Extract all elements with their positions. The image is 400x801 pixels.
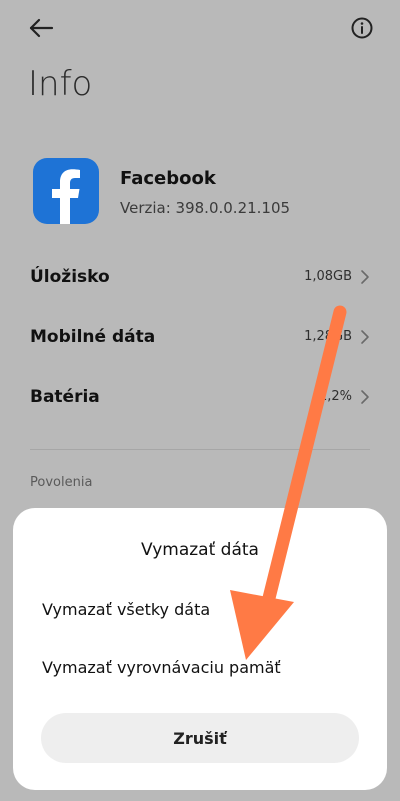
clear-data-dialog: Vymazať dáta Vymazať všetky dáta Vymazať… xyxy=(13,508,387,790)
info-icon[interactable] xyxy=(350,16,374,40)
battery-row[interactable]: Batéria 1,2% xyxy=(0,367,400,427)
battery-label: Batéria xyxy=(30,387,100,407)
clear-all-data-option[interactable]: Vymazať všetky dáta xyxy=(42,600,210,619)
mobile-data-value: 1,28GB xyxy=(304,329,352,344)
chevron-right-icon xyxy=(361,330,369,344)
app-name: Facebook xyxy=(120,168,216,189)
chevron-right-icon xyxy=(361,270,369,284)
mobile-data-label: Mobilné dáta xyxy=(30,327,156,347)
permissions-section-label: Povolenia xyxy=(30,475,93,490)
chevron-right-icon xyxy=(361,390,369,404)
storage-label: Úložisko xyxy=(30,267,110,287)
cancel-button[interactable]: Zrušiť xyxy=(41,713,359,763)
app-version: Verzia: 398.0.0.21.105 xyxy=(120,199,291,217)
battery-value: 1,2% xyxy=(318,389,352,404)
page-title: Info xyxy=(28,64,93,104)
clear-cache-option[interactable]: Vymazať vyrovnávaciu pamäť xyxy=(42,658,281,677)
divider xyxy=(30,449,370,450)
mobile-data-row[interactable]: Mobilné dáta 1,28GB xyxy=(0,307,400,367)
dialog-title: Vymazať dáta xyxy=(141,540,259,560)
storage-row[interactable]: Úložisko 1,08GB xyxy=(0,247,400,307)
back-arrow-icon[interactable] xyxy=(28,16,54,40)
facebook-app-icon xyxy=(33,158,99,224)
storage-value: 1,08GB xyxy=(304,269,352,284)
